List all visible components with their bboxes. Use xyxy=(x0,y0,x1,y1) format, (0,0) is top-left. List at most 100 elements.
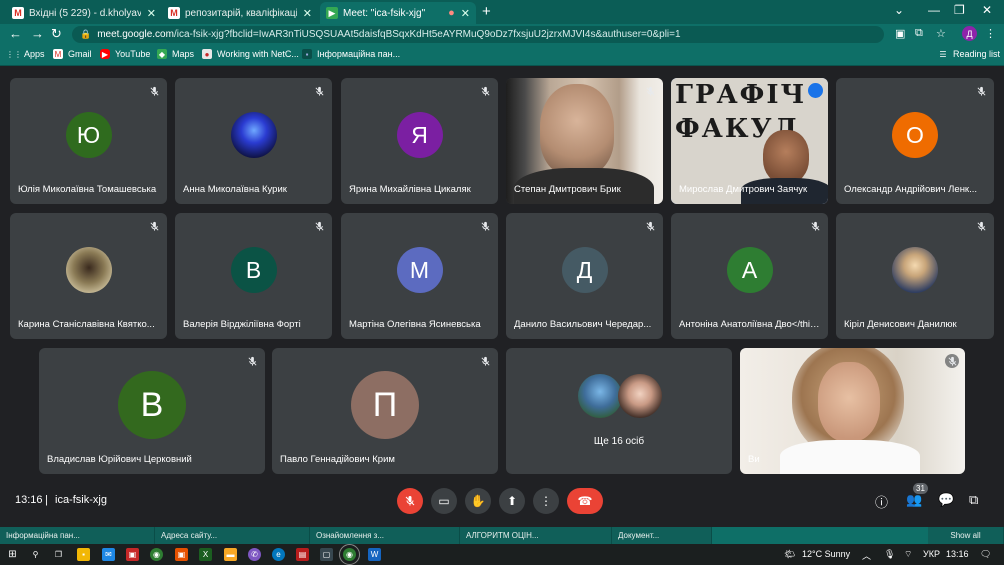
file-explorer-icon[interactable]: ▬ xyxy=(224,548,237,561)
mic-muted-icon xyxy=(974,219,988,233)
pdf-reader-icon[interactable]: ▤ xyxy=(296,548,309,561)
tab-label: репозитарій, кваліфікаційні роб xyxy=(185,7,297,19)
activities-icon[interactable]: ⧉ xyxy=(969,492,978,508)
mic-muted-icon xyxy=(974,84,988,98)
self-view-tile[interactable]: Ви xyxy=(740,348,965,474)
wifi-icon[interactable]: ⌔ xyxy=(904,549,912,560)
bookmark-gmail[interactable]: M Gmail xyxy=(53,49,92,59)
back-icon[interactable]: ← xyxy=(9,26,22,41)
app-icon[interactable]: ▢ xyxy=(320,548,333,561)
preview-item[interactable]: Ознайомлення з... xyxy=(310,527,460,544)
participant-tile[interactable]: Кіріл Денисович Данилюк xyxy=(836,213,994,339)
participant-tile[interactable]: М Мартіна Олегівна Ясиневська xyxy=(341,213,498,339)
raise-hand-button[interactable]: ✋ xyxy=(465,488,491,514)
participant-name: Карина Станіславівна Квятко... xyxy=(18,319,155,330)
tab-label: Meet: "ica-fsik-xjg" xyxy=(343,7,426,19)
participant-name: Мирослав Дмитрович Заячук xyxy=(679,184,808,195)
tray-chevron-icon[interactable]: ︿ xyxy=(862,549,871,562)
translate-icon[interactable]: ⧉ xyxy=(915,27,923,40)
more-participants-tile[interactable]: Ще 16 осіб xyxy=(506,348,732,474)
participant-tile[interactable]: Д Данило Васильович Чередар... xyxy=(506,213,663,339)
microphone-tray-icon[interactable]: 🎙 xyxy=(884,549,895,560)
show-all-button[interactable]: Show all xyxy=(928,527,1004,544)
participant-tile[interactable]: Анна Миколаївна Курик xyxy=(175,78,332,204)
mic-off-icon xyxy=(405,496,415,506)
mic-muted-icon xyxy=(478,219,492,233)
more-options-button[interactable]: ⋮ xyxy=(533,488,559,514)
participant-tile[interactable]: В Валерія Вірджіліївна Форті xyxy=(175,213,332,339)
tab-label: Вхідні (5 229) - d.kholyavchuk@ xyxy=(29,7,141,19)
search-icon[interactable]: ⚲ xyxy=(29,548,42,561)
excel-icon[interactable]: X xyxy=(199,548,212,561)
bookmark-star-icon[interactable]: ☆ xyxy=(936,27,946,40)
participant-tile[interactable]: П Павло Геннадійович Крим xyxy=(272,348,498,474)
store-icon[interactable]: ▪ xyxy=(77,548,90,561)
edge-icon[interactable]: e xyxy=(272,548,285,561)
participant-photo xyxy=(892,247,938,293)
windows-start-icon[interactable]: ⊞ xyxy=(6,548,19,561)
participant-tile[interactable]: В Владислав Юрійович Церковний xyxy=(39,348,265,474)
camera-icon: ▭ xyxy=(438,494,450,508)
participant-tile[interactable]: Ю Юлія Миколаївна Томашевська xyxy=(10,78,167,204)
present-button[interactable]: ⬆ xyxy=(499,488,525,514)
reload-icon[interactable]: ↻ xyxy=(51,26,62,42)
bookmark-maps[interactable]: ◆ Maps xyxy=(157,49,194,59)
restore-icon[interactable]: ❐ xyxy=(954,3,965,17)
chrome-active-icon[interactable]: ◉ xyxy=(339,544,360,565)
tab-meet[interactable]: ▶ Meet: "ica-fsik-xjg" ● ✕ xyxy=(320,2,476,24)
url-path: /ica-fsik-xjg?fbclid=IwAR3nTiUSQSUAAt5da… xyxy=(173,29,681,40)
meeting-info-icon[interactable]: ⓘ xyxy=(875,492,888,511)
bookmark-info-panel[interactable]: ▪ Інформаційна пан... xyxy=(302,49,400,59)
people-icon[interactable]: 👥 xyxy=(906,492,922,508)
participant-tile[interactable]: Степан Дмитрович Брик xyxy=(506,78,663,204)
address-bar[interactable]: 🔒 meet.google.com /ica-fsik-xjg?fbclid=I… xyxy=(72,26,884,43)
camera-button[interactable]: ▭ xyxy=(431,488,457,514)
close-icon[interactable]: ✕ xyxy=(147,7,156,20)
preview-item[interactable]: Інформаційна пан... xyxy=(0,527,155,544)
participant-avatar: В xyxy=(118,371,186,439)
forward-icon[interactable]: → xyxy=(31,26,44,41)
preview-item[interactable]: АЛГОРИТМ ОЦІН... xyxy=(460,527,612,544)
bookmark-apps[interactable]: ⋮⋮ Apps xyxy=(6,49,45,59)
tab-gmail-inbox[interactable]: M Вхідні (5 229) - d.kholyavchuk@ ✕ xyxy=(6,2,162,24)
participant-tile[interactable]: О Олександр Андрійович Ленк... xyxy=(836,78,994,204)
reading-list[interactable]: ☰ Reading list xyxy=(938,49,1000,59)
notifications-icon[interactable]: 🗨 xyxy=(980,549,991,560)
app-icon[interactable]: ▣ xyxy=(126,548,139,561)
participant-tile[interactable]: ГРАФІЧ ФАКУЛ Мирослав Дмитрович Заячук xyxy=(671,78,828,204)
participant-name: Ви xyxy=(748,454,760,465)
chrome-icon[interactable]: ◉ xyxy=(150,548,163,561)
participant-tile[interactable]: А Антоніна Анатоліївна Дво</thinking>... xyxy=(671,213,828,339)
chat-icon[interactable]: 💬 xyxy=(938,492,954,508)
app-icon[interactable]: ▣ xyxy=(175,548,188,561)
minimize-icon[interactable]: — xyxy=(928,3,940,17)
mail-app-icon[interactable]: ✉ xyxy=(102,548,115,561)
close-icon[interactable]: ✕ xyxy=(303,7,312,20)
word-icon[interactable]: W xyxy=(368,548,381,561)
language-indicator[interactable]: УКР xyxy=(923,549,940,559)
weather-sun-icon: 🌤 xyxy=(784,549,796,559)
preview-item[interactable]: Адреса сайту... xyxy=(155,527,310,544)
leave-call-button[interactable]: ☎ xyxy=(567,488,603,514)
menu-kebab-icon[interactable]: ⋮ xyxy=(985,27,996,40)
participant-avatar: П xyxy=(351,371,419,439)
close-icon[interactable]: ✕ xyxy=(461,7,470,20)
tab-gmail-repository[interactable]: M репозитарій, кваліфікаційні роб ✕ xyxy=(162,2,318,24)
taskbar-previews: Інформаційна пан... Адреса сайту... Озна… xyxy=(0,527,1004,544)
weather-text[interactable]: 12°C Sunny xyxy=(802,549,850,559)
viber-icon[interactable]: ✆ xyxy=(248,548,261,561)
preview-item[interactable]: Документ... xyxy=(612,527,712,544)
new-tab-icon[interactable]: + xyxy=(482,3,491,20)
bookmark-netc[interactable]: ● Working with NetC... xyxy=(202,49,299,59)
more-vert-icon: ⋮ xyxy=(540,494,552,508)
camera-in-use-icon[interactable]: ▣ xyxy=(895,27,905,40)
bookmark-youtube[interactable]: ▶ YouTube xyxy=(100,49,150,59)
participant-tile[interactable]: Я Ярина Михайлівна Цикаляк xyxy=(341,78,498,204)
window-close-icon[interactable]: ✕ xyxy=(982,3,992,17)
mic-off-button[interactable] xyxy=(397,488,423,514)
taskbar-clock[interactable]: 13:16 xyxy=(946,549,969,559)
task-view-icon[interactable]: ❐ xyxy=(52,548,65,561)
participant-tile[interactable]: Карина Станіславівна Квятко... xyxy=(10,213,167,339)
profile-avatar[interactable]: Д xyxy=(962,26,977,41)
tab-search-icon[interactable]: ⌄ xyxy=(894,3,904,17)
